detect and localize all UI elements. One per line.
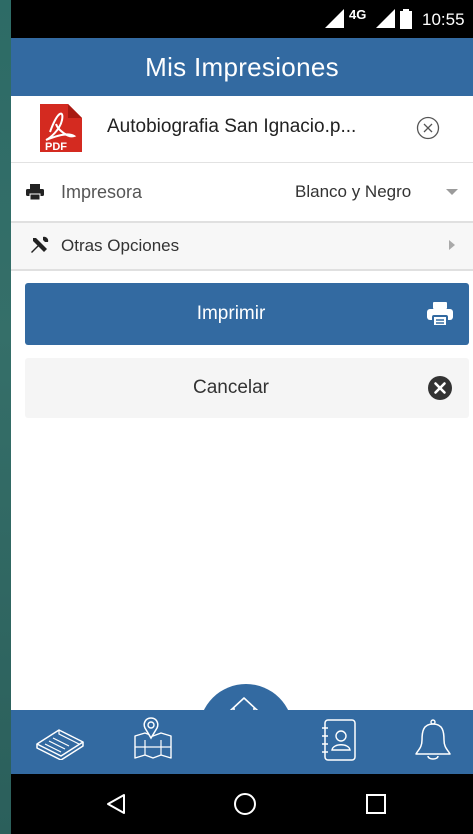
chevron-right-icon: [449, 240, 455, 250]
signal-icon: [325, 9, 344, 28]
print-button-label: Imprimir: [196, 303, 266, 324]
battery-icon: [400, 9, 412, 29]
recents-icon[interactable]: [366, 794, 386, 814]
cancel-button[interactable]: Cancelar: [25, 358, 469, 418]
background-strip: [0, 0, 11, 834]
printer-icon: [26, 184, 44, 200]
home-circle-icon[interactable]: [233, 792, 257, 816]
map-icon[interactable]: [131, 716, 175, 760]
clock: 10:55: [422, 10, 465, 29]
printer-dropdown[interactable]: Blanco y Negro: [291, 163, 473, 221]
page-title: Mis Impresiones: [145, 52, 339, 82]
remove-file-icon[interactable]: [416, 116, 440, 140]
status-bar: 4G 10:55: [11, 0, 473, 38]
file-row: PDF Autobiografia San Ignacio.p...: [11, 96, 473, 163]
pdf-file-icon: PDF: [40, 104, 82, 153]
printer-icon: [427, 302, 453, 326]
network-type: 4G: [349, 7, 367, 22]
book-icon[interactable]: [35, 724, 85, 760]
phone-screen: 4G 10:55 Mis Impresiones PDF Autobiograf…: [11, 0, 473, 834]
pdf-label: PDF: [45, 141, 67, 153]
back-icon[interactable]: [106, 793, 126, 815]
close-circle-icon: [428, 376, 452, 400]
printer-selected-value: Blanco y Negro: [295, 182, 412, 201]
printer-row: Impresora Blanco y Negro: [11, 163, 473, 223]
cancel-button-label: Cancelar: [192, 377, 270, 398]
print-button[interactable]: Imprimir: [25, 283, 469, 345]
screen: 4G 10:55 Mis Impresiones PDF Autobiograf…: [0, 0, 473, 834]
other-options-row[interactable]: Otras Opciones: [11, 223, 473, 271]
file-name: Autobiografia San Ignacio.p...: [107, 116, 357, 137]
system-navigation-bar: [11, 774, 473, 834]
bottom-navigation: [11, 710, 473, 774]
printer-label: Impresora: [61, 182, 143, 202]
bell-icon[interactable]: [413, 718, 453, 762]
app-header: Mis Impresiones: [11, 38, 473, 96]
other-options-label: Otras Opciones: [61, 236, 180, 255]
contacts-icon[interactable]: [319, 718, 359, 762]
wifi-signal-icon: [376, 9, 395, 28]
chevron-down-icon: [446, 189, 458, 195]
tools-icon: [31, 236, 49, 253]
